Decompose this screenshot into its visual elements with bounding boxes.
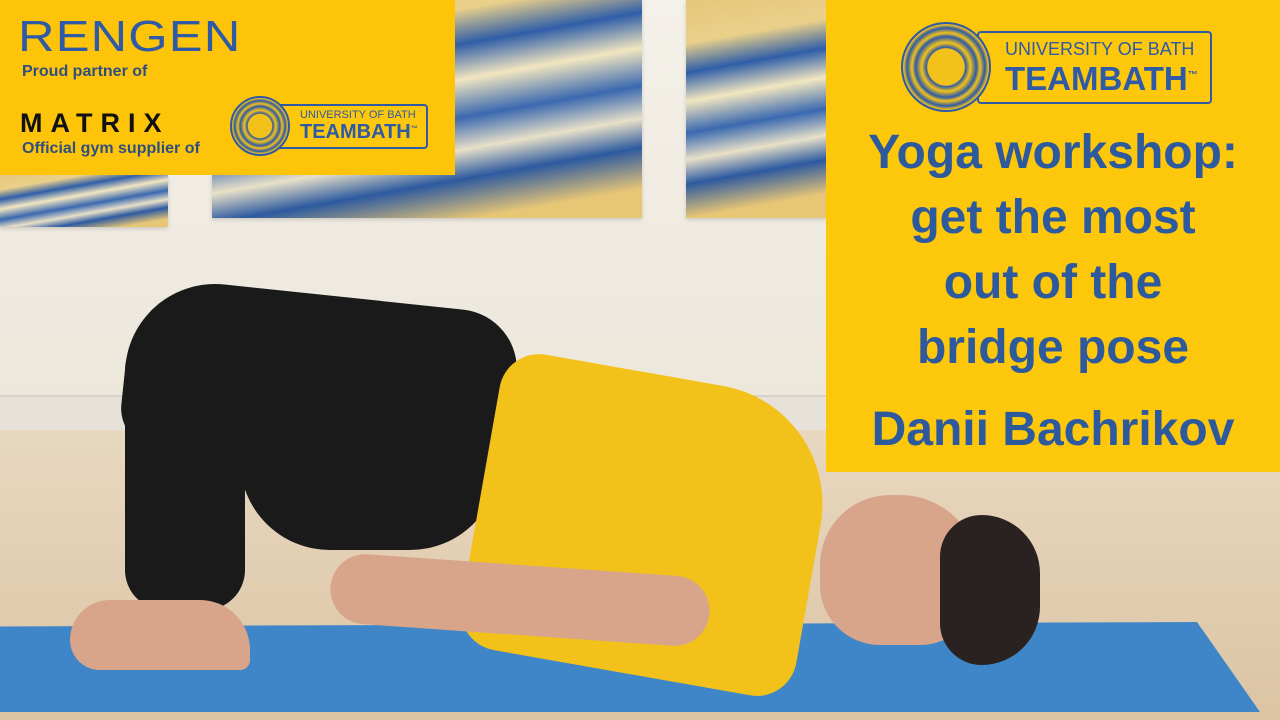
supplier-text: Official gym supplier of [22, 140, 200, 157]
video-title: Yoga workshop: get the most out of the b… [868, 126, 1238, 374]
teambath-logo: UNIVERSITY OF BATH TEAMBATH™ [230, 96, 428, 156]
teambath-logo: UNIVERSITY OF BATH TEAMBATH™ [901, 22, 1212, 112]
matrix-logo: MATRIX [20, 108, 170, 138]
presenter-name: Danii Bachrikov [871, 403, 1235, 456]
wall-painting [686, 0, 826, 218]
sponsor-banner: RENGEN Proud partner of MATRIX Official … [0, 0, 455, 175]
wall-painting [0, 175, 168, 227]
university-seal-icon [901, 22, 991, 112]
rengen-logo: RENGEN [18, 12, 242, 61]
partner-text: Proud partner of [22, 63, 148, 80]
university-seal-icon [230, 96, 290, 156]
